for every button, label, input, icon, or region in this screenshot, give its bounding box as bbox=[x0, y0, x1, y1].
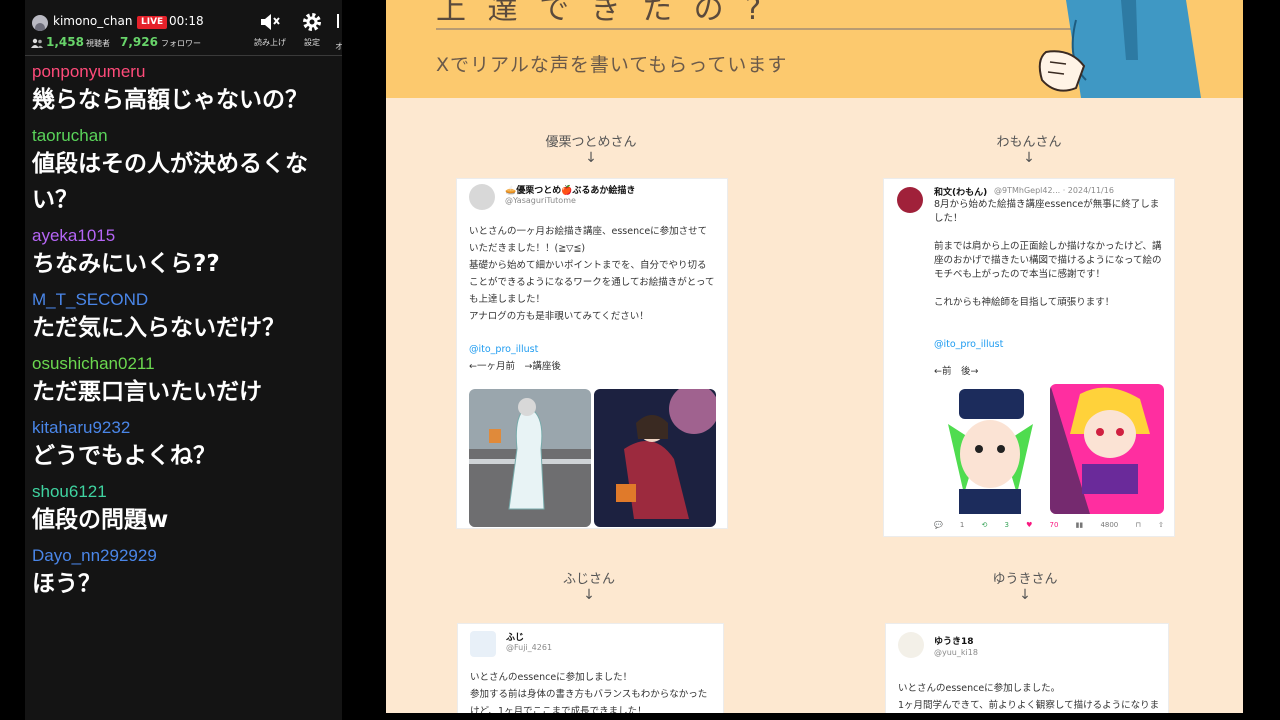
tweet-handle[interactable]: @yuu_ki18 bbox=[934, 648, 978, 657]
tweet-body: いとさんの一ヶ月お絵描き講座、essenceに参加させていただきました！！(≧▽… bbox=[469, 226, 715, 322]
chat-username[interactable]: shou6121 bbox=[25, 482, 342, 502]
tweet-caption: ←前 後→ bbox=[934, 366, 979, 377]
chat-text: ほう？ bbox=[32, 571, 101, 597]
tweet-card[interactable]: ゆうき18 @yuu_ki18 いとさんのessenceに参加しました。 1ヶ月… bbox=[885, 623, 1169, 713]
chat-text: ただ悪口言いたいだけ bbox=[32, 379, 262, 405]
chat-message: ayeka1015 ちなみにいくら?? bbox=[25, 226, 342, 282]
chat-message: Dayo_nn292929 ほう？ bbox=[25, 546, 342, 602]
down-arrow-icon: ↓ bbox=[1019, 587, 1031, 603]
before-drawing-image[interactable] bbox=[934, 384, 1047, 514]
chat-message: osushichan0211 ただ悪口言いたいだけ bbox=[25, 354, 342, 410]
follower-label: フォロワー bbox=[161, 39, 201, 48]
after-drawing-image[interactable] bbox=[594, 389, 716, 527]
tweet-mention-link[interactable]: @ito_pro_illust bbox=[469, 341, 538, 358]
overflow-icon bbox=[337, 14, 339, 28]
viewers-icon bbox=[31, 38, 43, 48]
chat-username[interactable]: ponponyumeru bbox=[25, 62, 342, 82]
follower-count: 7,926 bbox=[120, 35, 158, 49]
chat-text: ただ気に入らないだけ？ bbox=[32, 315, 285, 341]
settings-label: 設定 bbox=[304, 38, 320, 47]
slide-title: 上 達 で き た の ? bbox=[436, 0, 768, 27]
character-illustration bbox=[1038, 0, 1201, 98]
viewer-count: 1,458 bbox=[46, 35, 84, 49]
tweet-handle[interactable]: @YasaguriTutome bbox=[505, 196, 576, 205]
tweet-author[interactable]: 🥧優栗つとめ🍎ぶるあか絵描き bbox=[505, 183, 635, 196]
speaker-icon bbox=[261, 14, 280, 30]
down-arrow-icon: ↓ bbox=[583, 587, 595, 603]
views-icon: ▮▮ bbox=[1075, 521, 1084, 529]
like-count: 70 bbox=[1049, 521, 1059, 529]
tweet-handle[interactable]: @Fuji_4261 bbox=[506, 643, 552, 652]
repost-count: 3 bbox=[1004, 521, 1009, 529]
repost-icon[interactable]: ⟲ bbox=[981, 521, 987, 529]
tweet-card[interactable]: 🥧優栗つとめ🍎ぶるあか絵描き @YasaguriTutome いとさんの一ヶ月お… bbox=[456, 178, 728, 529]
tweet-author[interactable]: 和文(わもん) bbox=[934, 185, 987, 198]
after-drawing-image[interactable] bbox=[1050, 384, 1164, 514]
slide-subtitle: Xでリアルな声を書いてもらっています bbox=[436, 54, 788, 76]
share-icon[interactable]: ⇧ bbox=[1158, 521, 1164, 529]
reviewer-name-fuji: ふじさん bbox=[562, 572, 615, 587]
tweet-author[interactable]: ふじ bbox=[506, 630, 524, 643]
stream-slide: 上 達 で き た の ? Xでリアルな声を書いてもらっています 優栗つとめさん… bbox=[386, 0, 1243, 713]
tweet-body: いとさんのessenceに参加しました！ 参加する前は身体の書き方もバランスもわ… bbox=[470, 672, 708, 713]
like-icon[interactable]: ♥ bbox=[1026, 521, 1032, 529]
tweet-card[interactable]: ふじ @Fuji_4261 いとさんのessenceに参加しました！ 参加する前… bbox=[457, 623, 724, 713]
before-drawing-image[interactable] bbox=[469, 389, 591, 527]
live-badge: LIVE bbox=[137, 16, 168, 29]
chat-username[interactable]: osushichan0211 bbox=[25, 354, 342, 374]
tweet-avatar[interactable] bbox=[470, 631, 496, 657]
tweet-handle[interactable]: @9TMhGepl42... · 2024/11/16 bbox=[994, 186, 1114, 195]
reply-icon[interactable]: 💬 bbox=[934, 521, 943, 529]
tweet-author[interactable]: ゆうき18 bbox=[934, 634, 974, 647]
chat-text: 値段はその人が決めるくない？ bbox=[32, 151, 308, 213]
view-count: 4800 bbox=[1100, 521, 1119, 529]
down-arrow-icon: ↓ bbox=[1023, 150, 1035, 166]
chat-message: ponponyumeru 幾らなら高額じゃないの？ bbox=[25, 62, 342, 118]
chat-message: kitaharu9232 どうでもよくね？ bbox=[25, 418, 342, 474]
stream-header: kimono_chan LIVE 00:18 1,458 視聴者 7,926 フ… bbox=[25, 0, 342, 56]
reply-count: 1 bbox=[959, 521, 965, 529]
channel-name[interactable]: kimono_chan bbox=[53, 14, 132, 28]
chat-username[interactable]: ayeka1015 bbox=[25, 226, 342, 246]
read-aloud-button[interactable]: 読み上げ bbox=[252, 11, 288, 48]
chat-text: ちなみにいくら?? bbox=[32, 251, 220, 277]
chat-message: shou6121 値段の問題w bbox=[25, 482, 342, 538]
tweet-body: 8月から始めた絵描き講座essenceが無事に終了しました！ 前までは肩から上の… bbox=[934, 199, 1162, 308]
bookmark-icon[interactable]: ⊓ bbox=[1135, 521, 1140, 529]
more-options-label: オ bbox=[335, 42, 342, 51]
settings-button[interactable]: 設定 bbox=[294, 11, 330, 48]
reviewer-name-wamon: わもんさん bbox=[996, 135, 1062, 150]
tweet-avatar[interactable] bbox=[469, 184, 495, 210]
chat-username[interactable]: kitaharu9232 bbox=[25, 418, 342, 438]
viewer-label: 視聴者 bbox=[86, 39, 110, 48]
read-aloud-label: 読み上げ bbox=[254, 38, 286, 47]
elapsed-time: 00:18 bbox=[169, 14, 204, 28]
reviewer-name-yuuki: ゆうきさん bbox=[992, 572, 1058, 587]
tweet-body: いとさんのessenceに参加しました。 1ヶ月間学んできて、前よりよく観察して… bbox=[898, 683, 1160, 711]
slide-header: 上 達 で き た の ? Xでリアルな声を書いてもらっています bbox=[386, 0, 1243, 98]
gear-icon bbox=[303, 13, 321, 31]
chat-username[interactable]: taoruchan bbox=[25, 126, 342, 146]
tweet-caption: ←一ヶ月前 →講座後 bbox=[469, 361, 561, 372]
channel-avatar[interactable] bbox=[32, 15, 48, 31]
tweet-avatar[interactable] bbox=[897, 187, 923, 213]
chat-username[interactable]: M_T_SECOND bbox=[25, 290, 342, 310]
tweet-actions: 💬 1 ⟲ 3 ♥ 70 ▮▮ 4800 ⊓ ⇧ bbox=[934, 521, 1164, 529]
down-arrow-icon: ↓ bbox=[585, 150, 597, 166]
header-divider bbox=[25, 55, 342, 56]
chat-username[interactable]: Dayo_nn292929 bbox=[25, 546, 342, 566]
reviewer-name-yasaguri: 優栗つとめさん bbox=[545, 135, 637, 150]
chat-message: M_T_SECOND ただ気に入らないだけ？ bbox=[25, 290, 342, 346]
chat-panel: kimono_chan LIVE 00:18 1,458 視聴者 7,926 フ… bbox=[25, 0, 342, 720]
more-options-button[interactable]: オ bbox=[335, 11, 342, 51]
chat-message: taoruchan 値段はその人が決めるくない？ bbox=[25, 126, 342, 218]
chat-message-list[interactable]: ponponyumeru 幾らなら高額じゃないの？ taoruchan 値段はそ… bbox=[25, 62, 342, 610]
tweet-card[interactable]: 和文(わもん) @9TMhGepl42... · 2024/11/16 8月から… bbox=[883, 178, 1175, 537]
tweet-mention-link[interactable]: @ito_pro_illust bbox=[934, 336, 1003, 353]
chat-text: 幾らなら高額じゃないの？ bbox=[32, 87, 308, 113]
chat-text: どうでもよくね？ bbox=[32, 443, 216, 469]
chat-text: 値段の問題w bbox=[32, 507, 169, 533]
tweet-avatar[interactable] bbox=[898, 632, 924, 658]
